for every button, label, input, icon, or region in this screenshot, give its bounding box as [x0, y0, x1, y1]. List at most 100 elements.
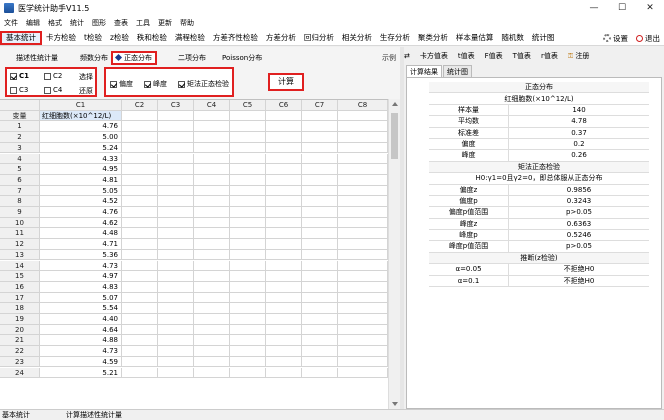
grid-cell[interactable] — [158, 110, 194, 122]
c1-cell[interactable]: 4.97 — [40, 271, 122, 282]
grid-cell[interactable] — [122, 335, 158, 347]
grid-cell[interactable] — [266, 367, 302, 379]
grid-cell[interactable] — [194, 367, 230, 379]
grid-cell[interactable] — [122, 292, 158, 304]
grid-cell[interactable] — [122, 346, 158, 357]
grid-cell[interactable] — [122, 217, 158, 229]
r-table-button[interactable]: r值表 — [541, 51, 558, 61]
grid-cell[interactable] — [302, 249, 338, 261]
menu-help[interactable]: 帮助 — [180, 18, 194, 28]
column-header[interactable]: C2 — [122, 100, 158, 111]
grid-cell[interactable] — [302, 335, 338, 347]
grid-cell[interactable] — [194, 207, 230, 218]
tab-survival[interactable]: 生存分析 — [376, 31, 414, 45]
tab-chi-square[interactable]: 卡方检验 — [42, 31, 80, 45]
tab-random-number[interactable]: 随机数 — [497, 31, 528, 45]
c1-cell[interactable]: 5.21 — [40, 367, 122, 379]
grid-cell[interactable] — [230, 303, 266, 314]
select-button[interactable]: 选择 — [79, 72, 93, 82]
grid-cell[interactable] — [302, 239, 338, 250]
grid-cell[interactable] — [158, 324, 194, 336]
grid-cell[interactable] — [338, 174, 388, 186]
menu-update[interactable]: 更新 — [158, 18, 172, 28]
c1-cell[interactable]: 4.76 — [40, 121, 122, 133]
grid-cell[interactable] — [230, 164, 266, 175]
grid-cell[interactable] — [266, 335, 302, 347]
grid-cell[interactable] — [158, 271, 194, 282]
grid-cell[interactable] — [122, 132, 158, 143]
grid-cell[interactable] — [158, 196, 194, 207]
grid-cell[interactable] — [122, 271, 158, 282]
grid-cell[interactable] — [266, 164, 302, 175]
grid-cell[interactable] — [338, 281, 388, 293]
grid-cell[interactable] — [338, 346, 388, 357]
grid-cell[interactable] — [158, 185, 194, 197]
grid-cell[interactable] — [122, 121, 158, 133]
grid-cell[interactable] — [266, 207, 302, 218]
grid-cell[interactable] — [230, 271, 266, 282]
grid-cell[interactable] — [302, 196, 338, 207]
swap-icon[interactable]: ⇄ — [404, 52, 410, 60]
c1-cell[interactable]: 4.73 — [40, 260, 122, 272]
subtab-binomial[interactable]: 二项分布 — [178, 51, 206, 65]
grid-cell[interactable] — [230, 174, 266, 186]
grid-cell[interactable] — [194, 142, 230, 154]
column-header[interactable]: C4 — [194, 100, 230, 111]
subtab-poisson[interactable]: Poisson分布 — [222, 51, 262, 65]
grid-cell[interactable] — [158, 367, 194, 379]
grid-cell[interactable] — [122, 367, 158, 379]
grid-cell[interactable] — [122, 142, 158, 154]
menu-graph[interactable]: 图形 — [92, 18, 106, 28]
c2-checkbox[interactable]: C2 — [44, 72, 62, 80]
tab-rank-sum[interactable]: 秩和检验 — [133, 31, 171, 45]
grid-cell[interactable] — [266, 132, 302, 143]
grid-cell[interactable] — [194, 314, 230, 325]
grid-cell[interactable] — [158, 281, 194, 293]
grid-cell[interactable] — [230, 292, 266, 304]
grid-cell[interactable] — [158, 239, 194, 250]
column-header[interactable]: C3 — [158, 100, 194, 111]
grid-cell[interactable] — [230, 367, 266, 379]
grid-cell[interactable] — [338, 153, 388, 165]
menu-file[interactable]: 文件 — [4, 18, 18, 28]
grid-cell[interactable] — [266, 110, 302, 122]
c3-checkbox[interactable]: C3 — [10, 86, 28, 94]
menu-statistics[interactable]: 统计 — [70, 18, 84, 28]
tab-charts[interactable]: 统计图 — [528, 31, 559, 45]
grid-cell[interactable] — [158, 153, 194, 165]
grid-cell[interactable] — [122, 303, 158, 314]
grid-cell[interactable] — [158, 356, 194, 368]
grid-cell[interactable] — [338, 239, 388, 250]
grid-cell[interactable] — [266, 314, 302, 325]
grid-cell[interactable] — [266, 281, 302, 293]
c1-cell[interactable]: 4.88 — [40, 335, 122, 347]
grid-cell[interactable] — [338, 217, 388, 229]
grid-cell[interactable] — [338, 271, 388, 282]
grid-cell[interactable] — [194, 217, 230, 229]
grid-cell[interactable] — [302, 217, 338, 229]
grid-cell[interactable] — [338, 164, 388, 175]
tab-cluster[interactable]: 聚类分析 — [414, 31, 452, 45]
grid-cell[interactable] — [194, 271, 230, 282]
grid-cell[interactable] — [158, 164, 194, 175]
grid-cell[interactable] — [338, 324, 388, 336]
skewness-checkbox[interactable]: 偏度 — [110, 79, 133, 89]
subtab-frequency[interactable]: 频数分布 — [80, 51, 108, 65]
grid-cell[interactable] — [338, 249, 388, 261]
grid-cell[interactable] — [194, 132, 230, 143]
grid-cell[interactable] — [266, 249, 302, 261]
c1-variable-label[interactable]: 红细胞数(×10^12/L) — [40, 110, 122, 122]
T-table-button[interactable]: T值表 — [513, 51, 531, 61]
grid-cell[interactable] — [230, 132, 266, 143]
grid-cell[interactable] — [122, 110, 158, 122]
grid-cell[interactable] — [194, 153, 230, 165]
c1-cell[interactable]: 4.64 — [40, 324, 122, 336]
register-button[interactable]: ⚿ 注册 — [568, 51, 590, 61]
grid-cell[interactable] — [122, 228, 158, 240]
grid-cell[interactable] — [194, 239, 230, 250]
grid-cell[interactable] — [302, 185, 338, 197]
grid-cell[interactable] — [158, 132, 194, 143]
c1-cell[interactable]: 4.48 — [40, 228, 122, 240]
menu-tools[interactable]: 工具 — [136, 18, 150, 28]
grid-cell[interactable] — [194, 303, 230, 314]
